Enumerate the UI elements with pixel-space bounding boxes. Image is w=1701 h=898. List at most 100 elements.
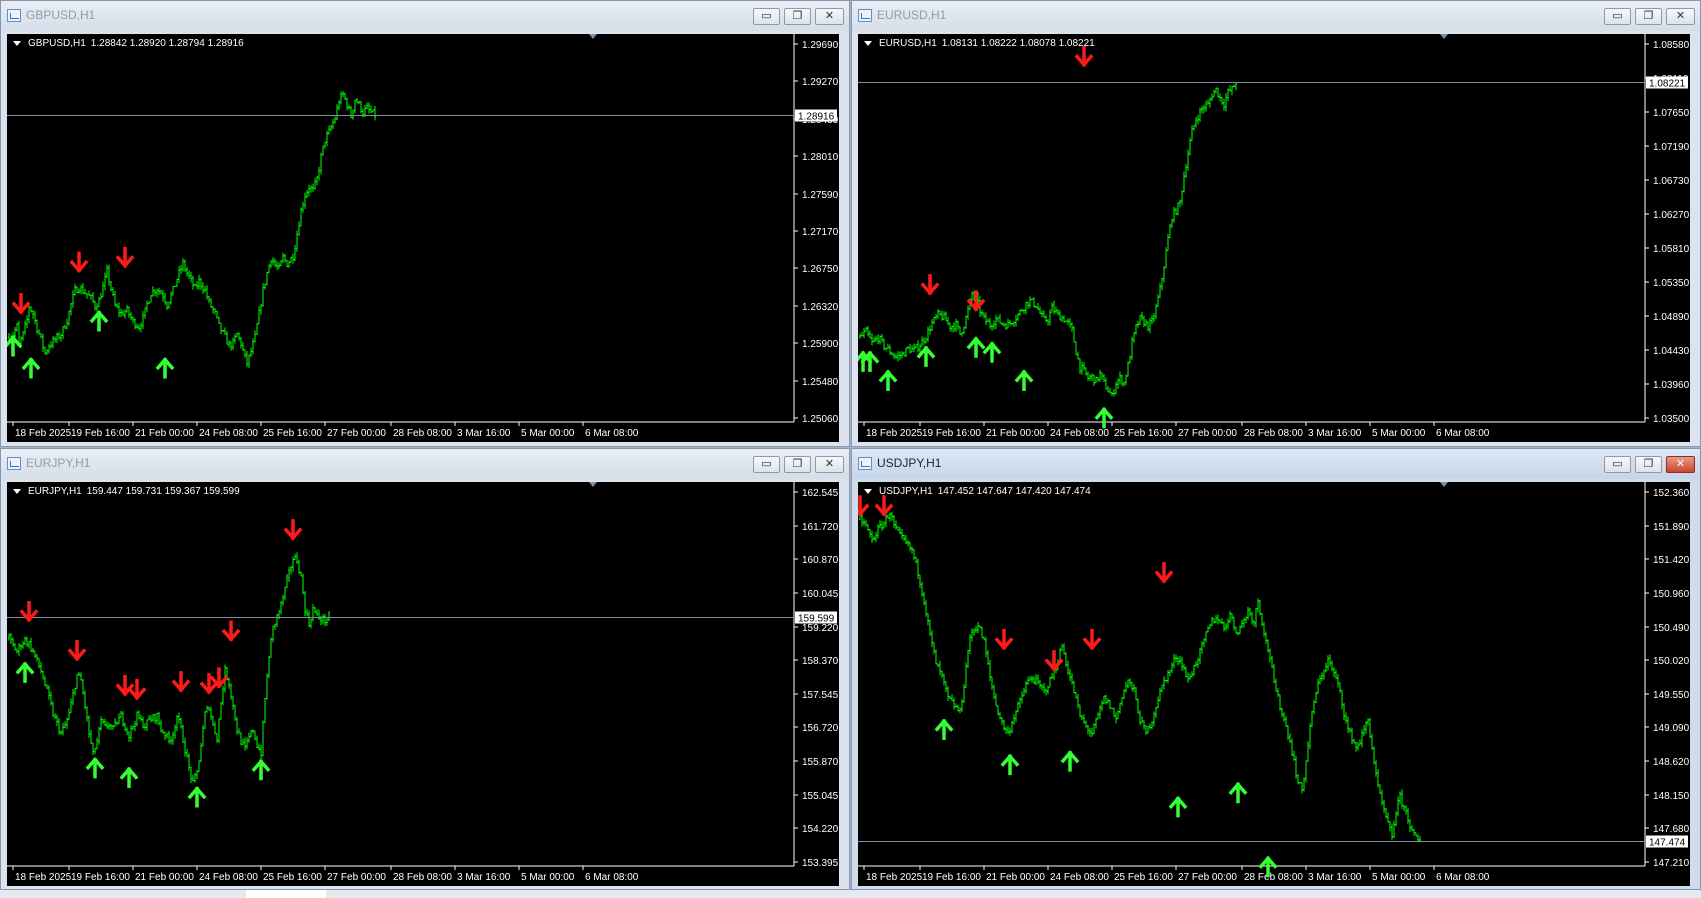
window-titlebar[interactable]: GBPUSD,H1 ▭ ❐ ✕ — [1, 1, 849, 31]
signal-arrows — [15, 519, 303, 808]
window-tab[interactable] — [246, 890, 326, 898]
signal-arrows — [7, 246, 175, 379]
price-tick-label: 1.25480 — [802, 377, 839, 388]
symbol-timeframe: EURUSD,H1 — [879, 38, 937, 49]
close-button[interactable]: ✕ — [815, 456, 844, 473]
chart-window-gbpusd[interactable]: GBPUSD,H1▭❐✕1.296901.292701.284301.28010… — [0, 0, 850, 447]
buy-signal-arrow-icon — [916, 345, 936, 367]
minimize-button[interactable]: ▭ — [753, 8, 780, 25]
window-title: EURJPY,H1 — [26, 456, 91, 470]
price-tick-label: 1.28010 — [802, 152, 839, 163]
maximize-button[interactable]: ❐ — [1635, 8, 1662, 25]
price-tick-label: 153.395 — [802, 858, 839, 869]
maximize-button[interactable]: ❐ — [784, 8, 811, 25]
quick-menu-triangle-icon[interactable] — [13, 489, 21, 494]
chart-canvas[interactable]: 162.545 161.720 160.870 160.045 159.220 158.3… — [7, 482, 839, 886]
window-titlebar[interactable]: USDJPY,H1 ▭ ❐ ✕ — [852, 449, 1700, 479]
sell-signal-arrow-icon — [171, 671, 191, 693]
sell-signal-arrow-icon — [127, 678, 147, 701]
price-tick-label: 148.150 — [1653, 791, 1690, 802]
quick-menu-triangle-icon[interactable] — [864, 41, 872, 46]
time-tick-label: 27 Feb 00:00 — [1178, 872, 1237, 883]
chart-shift-marker[interactable] — [589, 482, 597, 487]
window-title: USDJPY,H1 — [877, 456, 942, 470]
price-tick-label: 1.03500 — [1653, 414, 1690, 425]
close-button[interactable]: ✕ — [1666, 8, 1695, 25]
price-tick-label: 160.045 — [802, 589, 839, 600]
time-tick-label: 27 Feb 00:00 — [327, 872, 386, 883]
time-tick-label: 19 Feb 16:00 — [922, 872, 981, 883]
minimize-button[interactable]: ▭ — [1604, 8, 1631, 25]
quick-menu-triangle-icon[interactable] — [13, 41, 21, 46]
price-tick-label: 150.960 — [1653, 589, 1690, 600]
price-bars — [859, 82, 1237, 397]
symbol-timeframe: EURJPY,H1 — [28, 486, 82, 497]
price-bars — [859, 511, 1421, 842]
close-button[interactable]: ✕ — [815, 8, 844, 25]
time-tick-label: 21 Feb 00:00 — [135, 872, 194, 883]
ohlc-values: 147.452 147.647 147.420 147.474 — [937, 486, 1091, 497]
time-tick-label: 5 Mar 00:00 — [1372, 872, 1426, 883]
time-tick-label: 6 Mar 08:00 — [1436, 872, 1490, 883]
price-tick-label: 1.07190 — [1653, 142, 1690, 153]
chart-shift-marker[interactable] — [1440, 482, 1448, 487]
time-tick-label: 21 Feb 00:00 — [986, 872, 1045, 883]
chart-window-icon — [7, 457, 21, 470]
chart-window-usdjpy[interactable]: USDJPY,H1 ▭ ❐ ✕ 152.360 151.890 151.420 150.960… — [851, 448, 1701, 890]
price-tick-label: 1.25060 — [802, 414, 839, 425]
chart-header: USDJPY,H1 147.452 147.647 147.420 147.474 — [864, 486, 1091, 497]
time-tick-label: 24 Feb 08:00 — [1050, 428, 1109, 439]
price-tick-label: 149.550 — [1653, 690, 1690, 701]
sell-signal-arrow-icon — [283, 519, 303, 541]
sell-signal-arrow-icon — [11, 293, 31, 315]
maximize-button[interactable]: ❐ — [784, 456, 811, 473]
time-tick-label: 18 Feb 2025 — [866, 872, 923, 883]
sell-signal-arrow-icon — [199, 673, 219, 695]
time-tick-label: 5 Mar 00:00 — [1372, 428, 1426, 439]
price-tick-label: 1.05350 — [1653, 278, 1690, 289]
chart-window-eurusd[interactable]: EURUSD,H1▭❐✕1.085801.081101.076501.07190… — [851, 0, 1701, 447]
buy-signal-arrow-icon — [119, 766, 139, 789]
price-tick-label: 157.545 — [802, 690, 839, 701]
price-tick-label: 1.29270 — [802, 77, 839, 88]
quick-menu-triangle-icon[interactable] — [864, 489, 872, 494]
price-tick-label: 1.26320 — [802, 302, 839, 313]
sell-signal-arrow-icon — [920, 274, 940, 296]
buy-signal-arrow-icon — [1228, 782, 1248, 804]
chart-canvas[interactable]: 152.360 151.890 151.420 150.960 150.490 150.0… — [858, 482, 1690, 886]
chart-canvas[interactable]: 1.085801.081101.076501.071901.067301.062… — [858, 34, 1690, 442]
price-tick-label: 1.04890 — [1653, 312, 1690, 323]
chart-canvas[interactable]: 1.296901.292701.284301.280101.275901.271… — [7, 34, 839, 442]
time-tick-label: 28 Feb 08:00 — [393, 428, 452, 439]
maximize-button[interactable]: ❐ — [1635, 456, 1662, 473]
close-button[interactable]: ✕ — [1666, 456, 1695, 473]
time-tick-label: 27 Feb 00:00 — [327, 428, 386, 439]
chart-shift-marker[interactable] — [589, 34, 597, 39]
time-tick-label: 6 Mar 08:00 — [585, 428, 639, 439]
price-tick-label: 160.870 — [802, 555, 839, 566]
time-tick-label: 3 Mar 16:00 — [457, 872, 511, 883]
price-tick-label: 149.090 — [1653, 723, 1690, 734]
current-price-label: 147.474 — [1649, 838, 1686, 849]
time-tick-label: 19 Feb 16:00 — [71, 872, 130, 883]
window-titlebar[interactable]: EURJPY,H1 ▭ ❐ ✕ — [1, 449, 849, 479]
price-chart-svg: 1.085801.081101.076501.071901.067301.062… — [858, 34, 1690, 439]
price-chart-svg: 1.296901.292701.284301.280101.275901.271… — [7, 34, 839, 439]
buy-signal-arrow-icon — [966, 336, 986, 358]
minimize-button[interactable]: ▭ — [753, 456, 780, 473]
buy-signal-arrow-icon — [21, 357, 41, 379]
minimize-button[interactable]: ▭ — [1604, 456, 1631, 473]
price-tick-label: 159.220 — [802, 623, 839, 634]
time-tick-label: 3 Mar 16:00 — [1308, 872, 1362, 883]
chart-window-eurjpy[interactable]: EURJPY,H1 ▭ ❐ ✕ 162.545 161.720 160.870 160.045… — [0, 448, 850, 890]
price-tick-label: 158.370 — [802, 656, 839, 667]
price-tick-label: 1.07650 — [1653, 108, 1690, 119]
chart-shift-marker[interactable] — [1440, 34, 1448, 39]
price-bars — [8, 552, 330, 784]
sell-signal-arrow-icon — [874, 495, 894, 517]
sell-signal-arrow-icon — [858, 495, 870, 517]
window-titlebar[interactable]: EURUSD,H1 ▭ ❐ ✕ — [852, 1, 1700, 31]
price-tick-label: 1.27590 — [802, 190, 839, 201]
ohlc-values: 1.08131 1.08222 1.08078 1.08221 — [941, 38, 1095, 49]
time-tick-label: 21 Feb 00:00 — [986, 428, 1045, 439]
